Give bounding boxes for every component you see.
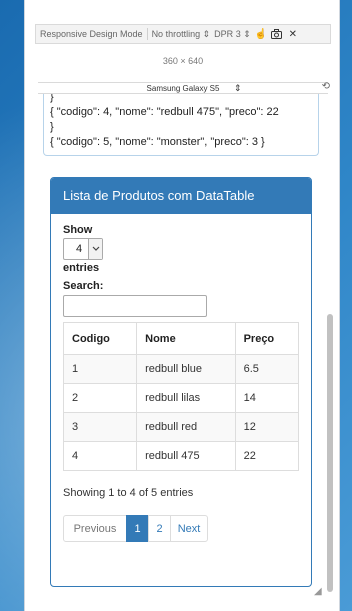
rotate-icon[interactable]: ⟲ [322, 81, 330, 92]
resize-grip-icon[interactable]: ◢ [314, 586, 322, 597]
page-button-1[interactable]: 1 [126, 515, 149, 542]
cell-codigo: 2 [62, 383, 138, 413]
table-header-row: Codigo Nome Preço [62, 322, 300, 355]
viewport-width[interactable]: 360 [163, 56, 178, 66]
viewport-height[interactable]: 640 [188, 56, 203, 66]
table-info: Showing 1 to 4 of 5 entries [63, 487, 194, 499]
products-table: Codigo Nome Preço 1 redbull blue 6.5 2 r… [62, 322, 300, 471]
chevron-down-icon [88, 239, 102, 259]
pointer-hand-icon[interactable]: ☝ [255, 28, 267, 40]
throttling-label: No throttling [151, 28, 201, 39]
cell-nome: redbull blue [136, 354, 236, 384]
cell-nome: redbull red [136, 412, 236, 442]
column-header-nome[interactable]: Nome [136, 322, 236, 355]
dpr-label: DPR [214, 28, 234, 39]
dpr-select[interactable]: DPR 3 ⇕ [214, 29, 251, 40]
cell-preco: 22 [234, 441, 300, 471]
column-header-preco[interactable]: Preço [234, 322, 300, 355]
device-viewport: } { "codigo": 4, "nome": "redbull 475", … [38, 94, 328, 597]
page-button-2[interactable]: 2 [148, 515, 171, 542]
panel-heading: Lista de Produtos com DataTable [51, 178, 311, 214]
pagination: Previous 1 2 Next [63, 515, 299, 542]
show-label: Show [63, 224, 93, 236]
cell-nome: redbull 475 [136, 441, 236, 471]
dpr-arrow-icon: ⇕ [243, 28, 251, 39]
device-selector[interactable]: Samsung Galaxy S5 ⇕ ⟲ [38, 81, 330, 94]
cell-preco: 12 [234, 412, 300, 442]
panel-body: Show 4 entries Search: Codigo Nome Preço… [51, 214, 311, 550]
responsive-toolbar: Responsive Design Mode No throttling ⇕ D… [35, 24, 331, 44]
dpr-value: 3 [235, 28, 241, 39]
products-panel: Lista de Produtos com DataTable Show 4 e… [50, 177, 312, 587]
dimension-separator: × [180, 56, 186, 66]
entries-length-select[interactable]: 4 [63, 238, 103, 260]
search-label: Search: [63, 280, 104, 292]
throttling-select[interactable]: No throttling ⇕ [152, 29, 211, 40]
next-page-button[interactable]: Next [170, 515, 208, 542]
previous-page-button[interactable]: Previous [63, 515, 127, 542]
cell-codigo: 4 [62, 441, 138, 471]
vertical-scrollbar[interactable] [327, 314, 333, 592]
close-icon[interactable]: ✕ [287, 28, 299, 40]
cell-preco: 6.5 [234, 354, 300, 384]
cell-preco: 14 [234, 383, 300, 413]
cell-codigo: 3 [62, 412, 138, 442]
table-row: 2 redbull lilas 14 [62, 383, 300, 413]
camera-icon[interactable] [271, 28, 283, 40]
table-row: 4 redbull 475 22 [62, 441, 300, 471]
json-line: { "codigo": 4, "nome": "redbull 475", "p… [50, 106, 279, 118]
viewport-dimensions: 360 × 640 [25, 56, 341, 66]
device-arrow-icon: ⇕ [234, 83, 242, 93]
search-input[interactable] [63, 295, 207, 317]
json-line: } [50, 94, 54, 103]
entries-length-value: 4 [76, 243, 83, 255]
responsive-design-frame: Responsive Design Mode No throttling ⇕ D… [24, 0, 340, 611]
toolbar-divider [146, 28, 148, 40]
column-header-codigo[interactable]: Codigo [62, 322, 138, 355]
cell-nome: redbull lilas [136, 383, 236, 413]
json-output: } { "codigo": 4, "nome": "redbull 475", … [43, 94, 319, 156]
device-name: Samsung Galaxy S5 [146, 83, 220, 93]
json-line: { "codigo": 5, "nome": "monster", "preco… [50, 136, 265, 148]
json-line: } [50, 121, 54, 133]
cell-codigo: 1 [62, 354, 138, 384]
entries-label: entries [63, 262, 100, 274]
throttling-arrow-icon: ⇕ [202, 28, 211, 39]
responsive-mode-label: Responsive Design Mode [40, 29, 143, 39]
table-row: 1 redbull blue 6.5 [62, 354, 300, 384]
table-row: 3 redbull red 12 [62, 412, 300, 442]
